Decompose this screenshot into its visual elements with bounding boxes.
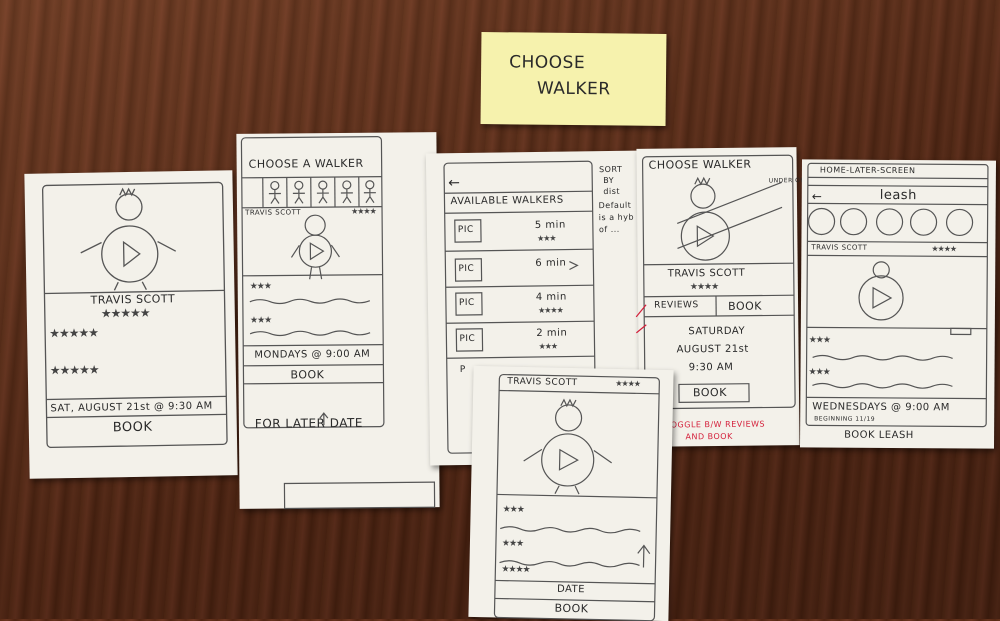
walker-stars: ★★★★ (690, 282, 718, 292)
walker-row-2-pic[interactable]: PIC (458, 264, 474, 274)
sort-note-2: BY (603, 176, 614, 185)
walker-row-4-pic[interactable]: PIC (459, 334, 475, 344)
walker-name: TRAVIS SCOTT (90, 292, 175, 306)
walker-rating: ★★★★★ (101, 306, 150, 321)
date-label: DATE (557, 584, 585, 596)
walker-row-1-time: 5 min (535, 220, 566, 231)
walker-name-stars: ★★★★ (351, 207, 376, 216)
sketch-home-later-screen: HOME-LATER-SCREEN ← leash TRAVIS SCOTT ★… (800, 159, 996, 448)
review-rating-3: ★★★★ (501, 565, 529, 576)
walker-stars: ★★★★ (931, 244, 956, 253)
walker-row-3-pic[interactable]: PIC (459, 298, 475, 308)
walker-stars: ★★★★ (615, 379, 640, 389)
sketch-walker-details-drawing (468, 366, 673, 621)
screen-title: AVAILABLE WALKERS (450, 195, 563, 208)
walker-name: TRAVIS SCOTT (507, 377, 577, 388)
sketch-walker-details: TRAVIS SCOTT ★★★★ ★★★ ★★★ ★★★★ DATE BOOK (468, 366, 673, 621)
sort-note-6: of ... (599, 225, 620, 234)
back-arrow-icon[interactable]: ← (448, 175, 460, 191)
review-rating-1: ★★★ (809, 335, 830, 345)
booking-date: AUGUST 21st (676, 344, 748, 356)
booking-day: SATURDAY (688, 326, 745, 338)
tab-book[interactable]: BOOK (728, 300, 762, 313)
review-rating-2: ★★★ (250, 316, 271, 326)
walker-row-1-stars: ★★★ (537, 234, 556, 243)
schedule-text: WEDNESDAYS @ 9:00 AM (812, 401, 950, 413)
schedule-text: MONDAYS @ 9:00 AM (254, 349, 370, 361)
walker-row-4-stars: ★★★ (538, 342, 557, 351)
review-rating-2: ★★★ (808, 367, 829, 377)
review-rating-1: ★★★★★ (49, 326, 98, 341)
later-date-note: FOR LATER DATE (255, 416, 363, 431)
review-rating-1: ★★★ (503, 505, 524, 515)
walker-row-3-stars: ★★★★ (538, 306, 563, 315)
sticky-note-line-1: CHOOSE (509, 52, 585, 73)
toggle-note-line-2: AND BOOK (685, 432, 732, 441)
sort-note-1: SORT (599, 165, 622, 174)
app-title: leash (880, 188, 917, 203)
screen-title: CHOOSE A WALKER (249, 157, 364, 171)
review-rating-1: ★★★ (250, 282, 271, 292)
sticky-note-line-2: WALKER (537, 79, 611, 100)
walker-row-5-pic[interactable]: P (460, 365, 466, 375)
schedule-subtext: BEGINNING 11/19 (814, 415, 875, 422)
sketch-walker-profile: TRAVIS SCOTT ★★★★★ ★★★★★ ★★★★★ SAT, AUGU… (24, 170, 237, 479)
review-rating-2: ★★★ (502, 539, 523, 549)
back-arrow-icon[interactable]: ← (812, 189, 823, 203)
review-rating-2: ★★★★★ (50, 363, 99, 378)
sort-note-5: is a hyb (599, 213, 634, 222)
book-leash-button[interactable]: BOOK LEASH (844, 430, 914, 441)
walker-row-4-time: 2 min (536, 328, 567, 339)
walker-row-2-time: 6 min (535, 258, 566, 269)
sticky-note: CHOOSE WALKER (481, 32, 667, 126)
book-button[interactable]: BOOK (554, 602, 588, 616)
walker-name-tag: TRAVIS SCOTT (245, 208, 301, 216)
book-button[interactable]: BOOK (113, 420, 153, 436)
walker-name: TRAVIS SCOTT (668, 268, 746, 280)
toggle-note-line-1: TOGGLE B/W REVIEWS (665, 420, 765, 430)
book-button[interactable]: BOOK (290, 368, 324, 381)
sort-note-3: dist (603, 187, 620, 196)
booking-time: 9:30 AM (689, 362, 734, 373)
book-button[interactable]: BOOK (693, 386, 727, 399)
walker-row-3-time: 4 min (536, 292, 567, 303)
tab-reviews[interactable]: REVIEWS (654, 300, 699, 310)
sketch-choose-a-walker: CHOOSE A WALKER TRAVIS SCOTT ★★★★ ★★★ ★★… (236, 132, 439, 509)
walker-name: TRAVIS SCOTT (811, 243, 867, 251)
screen-header: HOME-LATER-SCREEN (820, 165, 916, 175)
screen-title: CHOOSE WALKER (649, 158, 752, 172)
walker-row-1-pic[interactable]: PIC (458, 225, 474, 235)
sort-note-4: Default (599, 201, 632, 210)
